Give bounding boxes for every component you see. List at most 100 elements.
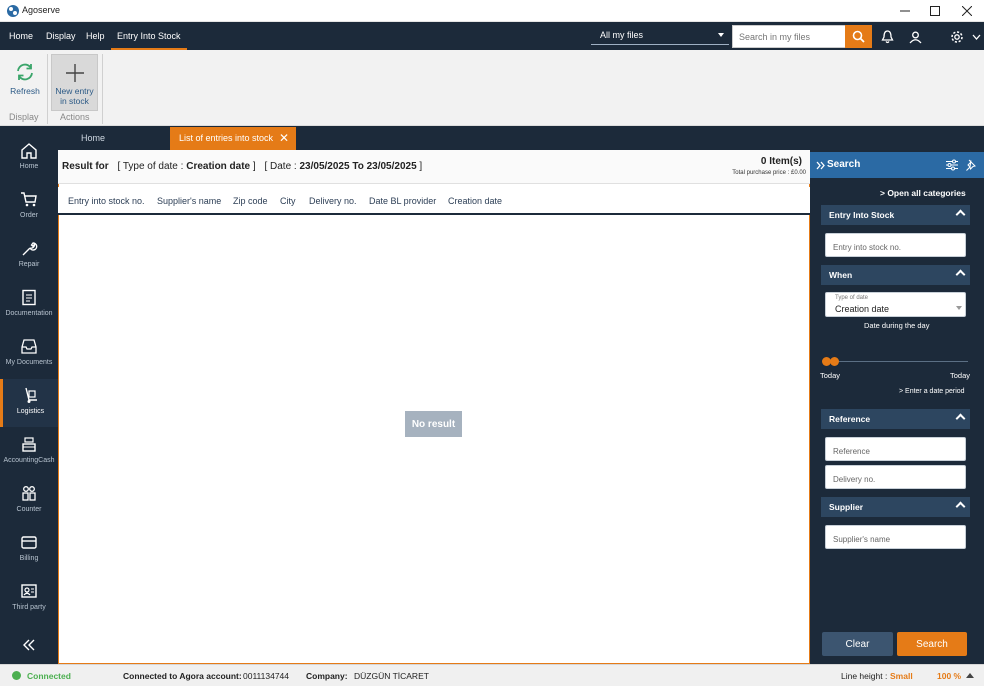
menu-entry-into-stock[interactable]: Entry Into Stock — [111, 22, 187, 50]
date-range-slider-track[interactable] — [824, 361, 968, 362]
user-icon — [909, 31, 921, 43]
type-of-date-value: Creation date — [835, 304, 890, 314]
supplier-name-field[interactable]: Supplier's name — [825, 525, 966, 549]
close-tab-icon[interactable]: ✕ — [279, 127, 289, 150]
chevron-up-icon — [955, 269, 966, 280]
zoom-level[interactable]: 100 % — [937, 671, 961, 681]
reference-field[interactable]: Reference — [825, 437, 966, 461]
menu-display[interactable]: Display — [44, 22, 78, 50]
tab-list-label: List of entries into stock — [179, 133, 274, 143]
entry-into-stock-no-field[interactable]: Entry into stock no. — [825, 233, 966, 257]
section-entry-into-stock[interactable]: Entry Into Stock — [821, 205, 970, 225]
nav-item-billing[interactable]: Billing — [0, 526, 58, 574]
double-chevron-left-icon — [23, 639, 35, 651]
search-submit-button[interactable]: Search — [897, 632, 967, 656]
double-chevron-right-icon[interactable] — [816, 161, 825, 170]
left-nav: Home Order Repair Documentation My Docum… — [0, 126, 58, 664]
credit-card-icon — [21, 536, 37, 549]
result-summary-bar: Result for [ Type of date : Creation dat… — [58, 150, 810, 184]
nav-item-documentation[interactable]: Documentation — [0, 281, 58, 329]
search-input[interactable] — [733, 26, 845, 47]
column-creation-date[interactable]: Creation date — [448, 196, 502, 206]
nav-item-my-documents[interactable]: My Documents — [0, 330, 58, 378]
column-date-bl-provider[interactable]: Date BL provider — [369, 196, 436, 206]
column-delivery-no[interactable]: Delivery no. — [309, 196, 357, 206]
ribbon: Refresh New entry in stock Display Actio… — [0, 50, 984, 126]
nav-item-home[interactable]: Home — [0, 134, 58, 182]
nav-label-counter: Counter — [16, 506, 42, 513]
result-type-value: Creation date — [186, 161, 251, 172]
files-select[interactable]: All my files — [591, 25, 729, 45]
status-bar: Connected Connected to Agora account: 00… — [0, 664, 984, 686]
section-reference-title: Reference — [829, 414, 871, 424]
user-button[interactable] — [904, 26, 926, 48]
bell-icon — [880, 30, 894, 44]
pin-icon[interactable] — [965, 159, 976, 171]
ribbon-divider — [47, 54, 48, 124]
minimize-button[interactable] — [890, 0, 920, 22]
item-count: 0 Item(s) — [760, 156, 802, 167]
maximize-icon — [930, 6, 940, 16]
nav-label-my-documents: My Documents — [5, 359, 53, 366]
nav-item-logistics[interactable]: Logistics — [0, 379, 58, 427]
collapse-nav-button[interactable] — [23, 639, 35, 653]
dolly-icon — [24, 387, 37, 403]
settings-button[interactable] — [946, 26, 968, 48]
enter-date-period-link[interactable]: > Enter a date period — [899, 388, 965, 395]
open-all-categories-link[interactable]: > Open all categories — [880, 188, 966, 198]
nav-label-home: Home — [19, 163, 39, 170]
zoom-chevron-up-icon[interactable] — [966, 673, 974, 678]
clear-button[interactable]: Clear — [822, 632, 893, 656]
section-entry-title: Entry Into Stock — [829, 210, 895, 220]
maximize-button[interactable] — [920, 0, 950, 22]
refresh-label: Refresh — [10, 86, 40, 96]
menu-help[interactable]: Help — [84, 22, 107, 50]
chevron-up-icon — [955, 413, 966, 424]
nav-item-order[interactable]: Order — [0, 183, 58, 231]
line-height-label: Line height : — [841, 671, 888, 681]
window-title: Agoserve — [22, 5, 61, 15]
close-window-button[interactable] — [952, 0, 982, 22]
new-entry-in-stock-button[interactable]: New entry in stock — [51, 54, 98, 111]
settings-chevron-down-icon[interactable] — [972, 34, 981, 40]
company-label: Company: — [306, 671, 348, 681]
nav-item-third-party[interactable]: Third party — [0, 575, 58, 623]
column-supplier-name[interactable]: Supplier's name — [157, 196, 221, 206]
delivery-no-field[interactable]: Delivery no. — [825, 465, 966, 489]
nav-item-repair[interactable]: Repair — [0, 232, 58, 280]
nav-label-documentation: Documentation — [5, 310, 53, 317]
minimize-icon — [900, 10, 910, 12]
type-of-date-label: Type of date — [835, 295, 869, 301]
close-icon — [962, 6, 972, 16]
plus-icon — [65, 64, 84, 82]
refresh-icon — [17, 63, 33, 81]
notifications-button[interactable] — [876, 26, 898, 48]
nav-item-counter[interactable]: Counter — [0, 477, 58, 525]
column-city[interactable]: City — [280, 196, 296, 206]
wrench-icon — [22, 242, 38, 256]
search-panel-title: Search — [827, 159, 861, 170]
results-area — [58, 150, 810, 664]
menu-home[interactable]: Home — [7, 22, 35, 50]
filters-icon[interactable] — [946, 159, 958, 171]
nav-label-order: Order — [20, 212, 38, 219]
tab-list-of-entries[interactable]: List of entries into stock ✕ — [170, 127, 296, 150]
type-of-date-select[interactable]: Type of date Creation date — [825, 292, 966, 317]
menu-bar: Home Display Help Entry Into Stock All m… — [0, 22, 984, 50]
column-zip-code[interactable]: Zip code — [233, 196, 268, 206]
gear-icon — [951, 31, 963, 43]
section-when[interactable]: When — [821, 265, 970, 285]
column-entry-no[interactable]: Entry into stock no. — [68, 196, 145, 206]
section-supplier[interactable]: Supplier — [821, 497, 970, 517]
search-button[interactable] — [845, 25, 872, 48]
line-height-value[interactable]: Small — [890, 671, 913, 681]
nav-item-accountingcash[interactable]: AccountingCash — [0, 428, 58, 476]
section-reference[interactable]: Reference — [821, 409, 970, 429]
account-label: Connected to Agora account: — [123, 671, 242, 681]
chevron-down-icon — [718, 33, 724, 37]
refresh-button[interactable]: Refresh — [4, 54, 46, 111]
date-slider-handle-end[interactable] — [830, 357, 839, 366]
tab-home[interactable]: Home — [58, 126, 170, 150]
table-header: Entry into stock no. Supplier's name Zip… — [58, 187, 810, 215]
inbox-icon — [21, 339, 37, 354]
